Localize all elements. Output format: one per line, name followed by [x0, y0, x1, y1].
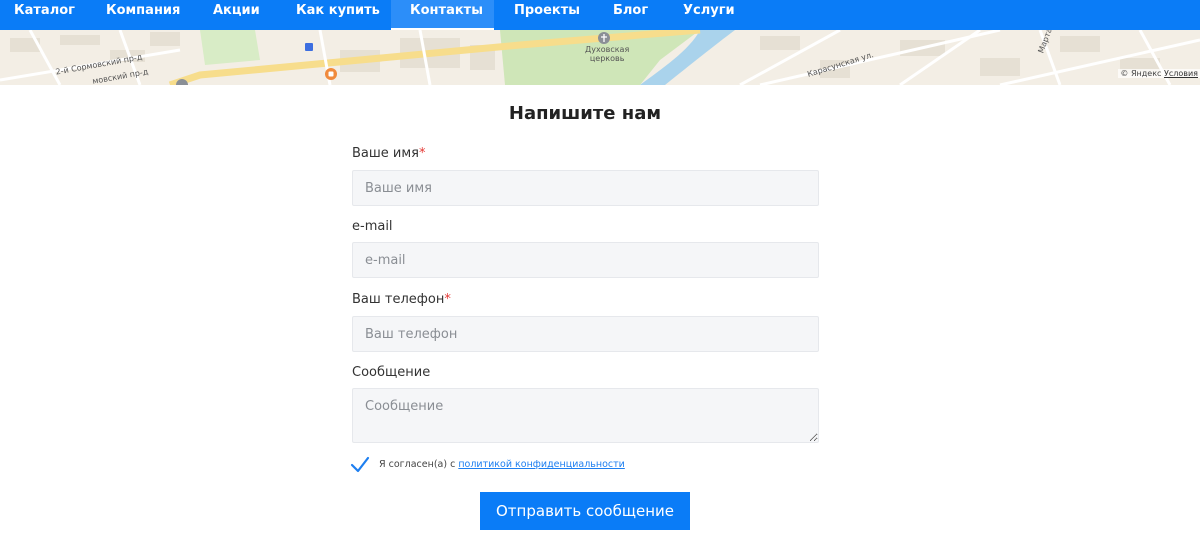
name-label-text: Ваше имя [352, 146, 419, 161]
yandex-map[interactable]: 2-й Сормовский пр-д мовский пр-д Духовск… [0, 30, 1200, 85]
name-label: Ваше имя* [352, 146, 426, 161]
submit-button[interactable]: Отправить сообщение [480, 492, 690, 530]
bus-stop-icon [305, 43, 313, 51]
map-terms-link[interactable]: Условия [1164, 69, 1198, 78]
required-mark: * [444, 292, 451, 307]
nav-item-catalog[interactable]: Каталог [14, 0, 75, 30]
map-copyright-text: © Яндекс [1120, 69, 1162, 78]
message-field[interactable] [352, 388, 819, 443]
name-field[interactable] [352, 170, 819, 206]
phone-field[interactable] [352, 316, 819, 352]
nav-item-projects[interactable]: Проекты [514, 0, 580, 30]
email-label: e-mail [352, 219, 393, 234]
phone-label: Ваш телефон* [352, 292, 451, 307]
nav-item-promotions[interactable]: Акции [213, 0, 260, 30]
map-copyright: © Яндекс Условия [1118, 69, 1200, 78]
nav-item-company[interactable]: Компания [106, 0, 180, 30]
form-title: Напишите нам [508, 103, 662, 124]
consent-text: Я согласен(а) с политикой конфиденциальн… [379, 459, 625, 470]
food-icon [325, 68, 337, 80]
nav-item-how-to-buy[interactable]: Как купить [296, 0, 380, 30]
check-icon[interactable] [350, 456, 370, 474]
privacy-policy-link[interactable]: политикой конфиденциальности [458, 459, 625, 470]
phone-label-text: Ваш телефон [352, 292, 445, 307]
nav-item-services[interactable]: Услуги [683, 0, 735, 30]
nav-item-blog[interactable]: Блог [613, 0, 648, 30]
church-icon [598, 32, 610, 44]
email-field[interactable] [352, 242, 819, 278]
message-label: Сообщение [352, 365, 431, 380]
consent-label: Я согласен(а) с [379, 459, 459, 470]
required-mark: * [419, 146, 426, 161]
nav-item-contacts[interactable]: Контакты [391, 0, 494, 30]
map-church-label: Духовская церковь [585, 45, 630, 63]
top-navigation: Каталог Компания Акции Как купить Контак… [0, 0, 1200, 30]
